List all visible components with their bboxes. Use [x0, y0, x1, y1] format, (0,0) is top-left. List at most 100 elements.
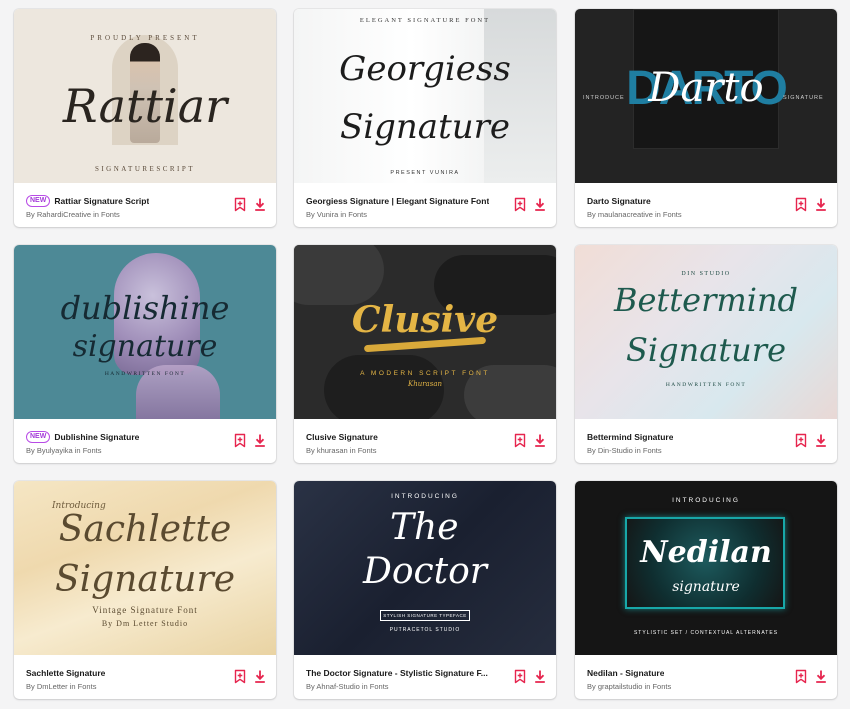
download-icon[interactable]	[534, 669, 546, 684]
item-title[interactable]: Nedilan - Signature	[587, 668, 664, 678]
item-author[interactable]: By graptailstudio in Fonts	[587, 682, 671, 691]
camo-patch	[294, 245, 384, 305]
item-title[interactable]: Dublishine Signature	[54, 432, 139, 442]
download-icon[interactable]	[254, 433, 266, 448]
preview-script-text: Rattiar	[62, 79, 228, 133]
item-card[interactable]: ELEGANT SIGNATURE FONT Georgiess Signatu…	[294, 9, 556, 227]
preview-script-line1: Nedilan	[640, 535, 772, 570]
preview-top-text: DIN STUDIO	[681, 271, 731, 277]
preview-bottom-text: PRESENT VUNIRA	[390, 170, 460, 176]
background-shape	[484, 9, 556, 183]
bookmark-add-icon[interactable]	[514, 197, 526, 212]
item-author[interactable]: By Din-Studio in Fonts	[587, 446, 662, 455]
preview-bottom-text: HANDWRITTEN FONT	[665, 382, 747, 388]
item-card[interactable]: INTRODUCING The Doctor STYLISH SIGNATURE…	[294, 481, 556, 699]
item-card[interactable]: dublishine signature HANDWRITTEN FONT NE…	[14, 245, 276, 463]
item-info: Darto Signature By maulanacreative in Fo…	[575, 183, 837, 227]
item-title[interactable]: The Doctor Signature - Stylistic Signatu…	[306, 668, 488, 678]
preview-left-text: INTRODUCE	[583, 95, 625, 101]
item-info: Sachlette Signature By DmLetter in Fonts	[14, 655, 276, 699]
new-badge: NEW	[26, 195, 51, 207]
download-icon[interactable]	[815, 433, 827, 448]
download-icon[interactable]	[254, 197, 266, 212]
preview-bottom-text: STYLISTIC SET / CONTEXTUAL ALTERNATES	[633, 630, 779, 636]
item-author[interactable]: By Ahnaf-Studio in Fonts	[306, 682, 389, 691]
item-card[interactable]: PROUDLY PRESENT Rattiar SIGNATURESCRIPT …	[14, 9, 276, 227]
preview-bottom-text: HANDWRITTEN FONT	[104, 371, 186, 377]
item-card[interactable]: Clusive A MODERN SCRIPT FONT Khurasan Cl…	[294, 245, 556, 463]
item-preview-image[interactable]: ELEGANT SIGNATURE FONT Georgiess Signatu…	[294, 9, 556, 183]
preview-sub-text: Vintage Signature Font	[92, 605, 198, 615]
item-author[interactable]: By RahardiCreative in Fonts	[26, 210, 120, 219]
item-preview-image[interactable]: PROUDLY PRESENT Rattiar SIGNATURESCRIPT	[14, 9, 276, 183]
item-preview-image[interactable]: INTRODUCING Nedilan signature STYLISTIC …	[575, 481, 837, 655]
preview-script-text: Darto	[648, 65, 764, 111]
item-preview-image[interactable]: Clusive A MODERN SCRIPT FONT Khurasan	[294, 245, 556, 419]
download-icon[interactable]	[815, 197, 827, 212]
item-title[interactable]: Georgiess Signature | Elegant Signature …	[306, 196, 489, 206]
item-card[interactable]: DIN STUDIO Bettermind Signature HANDWRIT…	[575, 245, 837, 463]
preview-script-text: Clusive	[351, 299, 499, 341]
preview-script-line1: dublishine	[60, 289, 230, 327]
download-icon[interactable]	[534, 197, 546, 212]
preview-right-text: SIGNATURE	[783, 95, 824, 101]
bookmark-add-icon[interactable]	[514, 669, 526, 684]
bookmark-add-icon[interactable]	[795, 669, 807, 684]
item-info: NEW Rattiar Signature Script By RahardiC…	[14, 183, 276, 227]
item-preview-image[interactable]: DARTO Darto INTRODUCE SIGNATURE	[575, 9, 837, 183]
preview-script-line2: Signature	[54, 559, 236, 600]
preview-script-line2: Doctor	[362, 551, 488, 592]
preview-script-line1: Bettermind	[613, 281, 799, 319]
download-icon[interactable]	[254, 669, 266, 684]
preview-script-line1: The	[390, 507, 459, 548]
item-card[interactable]: DARTO Darto INTRODUCE SIGNATURE Darto Si…	[575, 9, 837, 227]
item-author[interactable]: By khurasan in Fonts	[306, 446, 376, 455]
bookmark-add-icon[interactable]	[795, 197, 807, 212]
bookmark-add-icon[interactable]	[234, 433, 246, 448]
preview-script-line2: signature	[72, 329, 218, 364]
item-info: NEW Dublishine Signature By Byulyayika i…	[14, 419, 276, 463]
item-title[interactable]: Darto Signature	[587, 196, 651, 206]
preview-script-line2: signature	[672, 579, 740, 595]
item-card[interactable]: INTRODUCING Nedilan signature STYLISTIC …	[575, 481, 837, 699]
item-info: Nedilan - Signature By graptailstudio in…	[575, 655, 837, 699]
preview-sign-text: Khurasan	[407, 380, 443, 388]
bookmark-add-icon[interactable]	[234, 197, 246, 212]
preview-bottom-text: PUTRACETOL STUDIO	[389, 627, 461, 633]
item-info: Clusive Signature By khurasan in Fonts	[294, 419, 556, 463]
item-author[interactable]: By Vunira in Fonts	[306, 210, 367, 219]
preview-script-line1: Georgiess	[339, 49, 511, 89]
preview-top-text: PROUDLY PRESENT	[90, 34, 200, 42]
item-author[interactable]: By Byulyayika in Fonts	[26, 446, 101, 455]
item-info: Bettermind Signature By Din-Studio in Fo…	[575, 419, 837, 463]
item-title[interactable]: Clusive Signature	[306, 432, 378, 442]
preview-top-text: INTRODUCING	[391, 493, 459, 500]
preview-script-line2: Signature	[339, 107, 511, 147]
preview-top-text: INTRODUCING	[672, 497, 740, 504]
item-title[interactable]: Rattiar Signature Script	[54, 196, 149, 206]
preview-script-line2: Signature	[625, 331, 787, 369]
item-author[interactable]: By DmLetter in Fonts	[26, 682, 96, 691]
new-badge: NEW	[26, 431, 51, 443]
download-icon[interactable]	[534, 433, 546, 448]
item-preview-image[interactable]: INTRODUCING The Doctor STYLISH SIGNATURE…	[294, 481, 556, 655]
item-info: Georgiess Signature | Elegant Signature …	[294, 183, 556, 227]
item-author[interactable]: By maulanacreative in Fonts	[587, 210, 682, 219]
item-preview-image[interactable]: dublishine signature HANDWRITTEN FONT	[14, 245, 276, 419]
preview-studio-text: By Dm Letter Studio	[101, 619, 189, 628]
item-title[interactable]: Bettermind Signature	[587, 432, 673, 442]
preview-sub-text: A MODERN SCRIPT FONT	[360, 370, 490, 377]
preview-top-text: ELEGANT SIGNATURE FONT	[359, 17, 491, 24]
item-title[interactable]: Sachlette Signature	[26, 668, 105, 678]
item-preview-image[interactable]: Introducing Sachlette Signature Vintage …	[14, 481, 276, 655]
bookmark-add-icon[interactable]	[234, 669, 246, 684]
item-card[interactable]: Introducing Sachlette Signature Vintage …	[14, 481, 276, 699]
preview-boxed-text: STYLISH SIGNATURE TYPEFACE	[380, 610, 470, 621]
preview-script-line1: Sachlette	[58, 509, 232, 550]
download-icon[interactable]	[815, 669, 827, 684]
bookmark-add-icon[interactable]	[795, 433, 807, 448]
preview-bottom-text: SIGNATURESCRIPT	[94, 165, 196, 173]
bookmark-add-icon[interactable]	[514, 433, 526, 448]
item-preview-image[interactable]: DIN STUDIO Bettermind Signature HANDWRIT…	[575, 245, 837, 419]
item-info: The Doctor Signature - Stylistic Signatu…	[294, 655, 556, 699]
